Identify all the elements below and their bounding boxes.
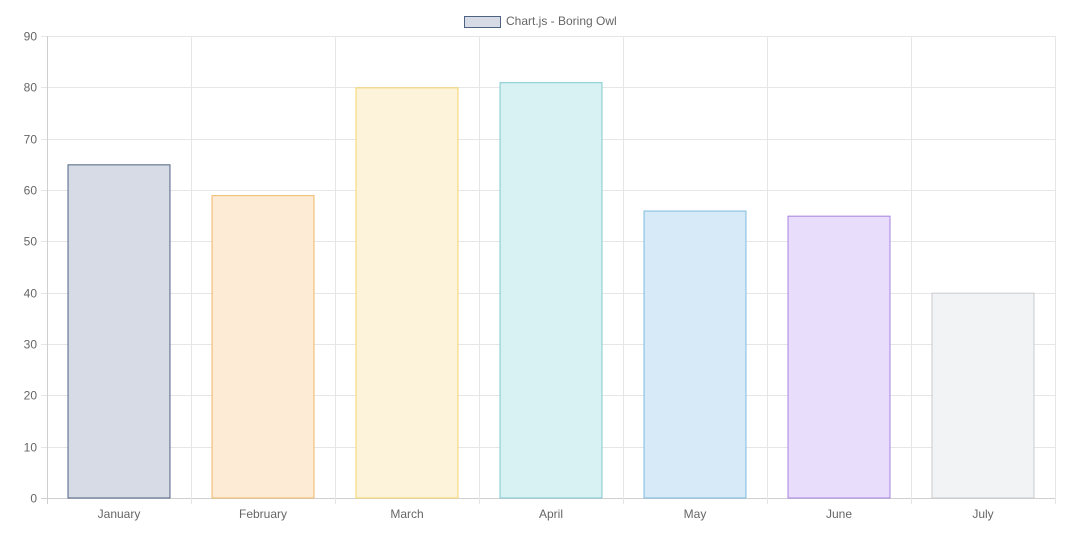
y-tick-label: 0 — [30, 492, 37, 506]
y-tick-label: 20 — [24, 389, 38, 403]
x-tick-label: May — [684, 507, 707, 521]
x-tick-label: July — [972, 507, 993, 521]
legend[interactable]: Chart.js - Boring Owl — [464, 14, 617, 28]
y-tick-label: 60 — [24, 184, 38, 198]
x-tick-label: June — [826, 507, 852, 521]
bar-april[interactable] — [499, 82, 603, 499]
bar-february[interactable] — [211, 195, 315, 499]
y-tick-label: 30 — [24, 338, 38, 352]
x-tick-label: March — [390, 507, 423, 521]
y-tick-label: 70 — [24, 133, 38, 147]
y-axis: 0 10 20 30 40 50 60 70 80 90 — [24, 30, 38, 506]
bar-january[interactable] — [67, 164, 171, 499]
y-tick-label: 80 — [24, 81, 38, 95]
x-tick-label: April — [539, 507, 563, 521]
x-tick-label: January — [98, 507, 141, 521]
bar-march[interactable] — [355, 87, 459, 499]
chart-container: 0 10 20 30 40 50 60 70 80 90 January February March… — [0, 0, 1080, 532]
bar-chart: 0 10 20 30 40 50 60 70 80 90 January February March… — [24, 14, 1056, 521]
bar-may[interactable] — [643, 210, 747, 499]
y-tick-label: 90 — [24, 30, 38, 44]
y-tick-label: 40 — [24, 287, 38, 301]
x-axis: January February March April May June July — [98, 507, 994, 521]
bar-july[interactable] — [931, 292, 1035, 499]
x-tick-label: February — [239, 507, 287, 521]
bar-june[interactable] — [787, 215, 891, 499]
legend-swatch[interactable] — [464, 16, 501, 28]
y-tick-label: 10 — [24, 441, 38, 455]
y-tick-label: 50 — [24, 235, 38, 249]
legend-label[interactable]: Chart.js - Boring Owl — [506, 14, 617, 28]
bars-layer — [67, 82, 1035, 499]
